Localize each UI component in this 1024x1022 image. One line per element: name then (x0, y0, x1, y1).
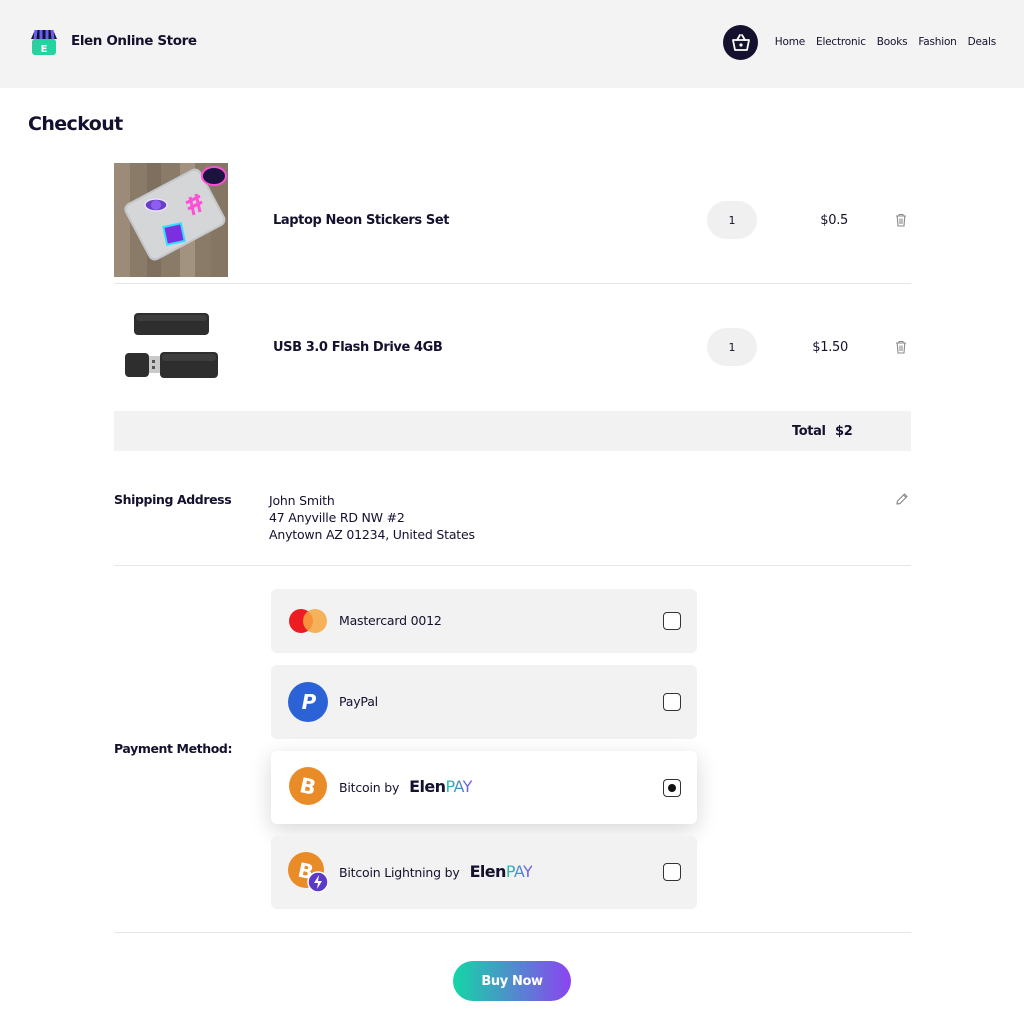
payment-checkbox[interactable] (663, 779, 681, 797)
payment-option-paypal[interactable]: P PayPal (271, 665, 697, 739)
basket-icon (731, 33, 750, 51)
checkbox-selected-dot (667, 783, 676, 792)
payment-checkbox[interactable] (663, 693, 681, 711)
total-bar: Total $2 (114, 411, 911, 451)
payment-checkbox[interactable] (663, 863, 681, 881)
nav-electronic[interactable]: Electronic (816, 36, 866, 48)
shipping-address-label: Shipping Address (114, 492, 232, 507)
store-logo-icon[interactable]: E (28, 28, 60, 56)
bitcoin-lightning-icon: B (288, 852, 328, 892)
trash-icon[interactable] (895, 340, 907, 354)
payment-label: Bitcoin by ElenPAY (339, 777, 472, 796)
main-nav: Home Electronic Books Fashion Deals (775, 36, 996, 48)
total-value: $2 (835, 424, 853, 439)
address-name: John Smith (269, 493, 335, 508)
payment-label-text: Bitcoin Lightning by (339, 865, 460, 880)
divider (114, 283, 911, 284)
header: E Elen Online Store Home Electronic Book… (0, 0, 1024, 88)
bitcoin-icon: B (289, 767, 327, 805)
item-price: $1.50 (812, 340, 848, 355)
payment-label: Mastercard 0012 (339, 613, 442, 628)
item-price: $0.5 (820, 213, 848, 228)
payment-option-mastercard[interactable]: Mastercard 0012 (271, 589, 697, 653)
nav-books[interactable]: Books (877, 36, 908, 48)
divider (114, 565, 911, 566)
mastercard-icon (289, 609, 327, 633)
laptop-stickers-image (114, 163, 228, 277)
divider (114, 932, 911, 933)
address-street: 47 Anyville RD NW #2 (269, 510, 405, 525)
nav-fashion[interactable]: Fashion (918, 36, 956, 48)
edit-pencil-icon[interactable] (895, 492, 909, 506)
elenpay-logo: ElenPAY (469, 862, 533, 881)
quantity-field[interactable]: 1 (707, 201, 757, 239)
usb-flash-drive-image (114, 290, 228, 404)
payment-label: PayPal (339, 694, 378, 709)
cart-item: Laptop Neon Stickers Set 1 $0.5 (114, 163, 911, 283)
payment-option-bitcoin[interactable]: B Bitcoin by ElenPAY (271, 751, 697, 824)
elenpay-logo: ElenPAY (409, 777, 472, 796)
store-name[interactable]: Elen Online Store (71, 33, 197, 49)
payment-option-bitcoin-lightning[interactable]: B Bitcoin Lightning by ElenPAY (271, 836, 697, 909)
cart-item: USB 3.0 Flash Drive 4GB 1 $1.50 (114, 290, 911, 410)
total-label: Total (792, 424, 826, 439)
cart-button[interactable] (723, 25, 758, 60)
nav-home[interactable]: Home (775, 36, 805, 48)
nav-deals[interactable]: Deals (968, 36, 997, 48)
logo-letter: E (41, 44, 48, 55)
buy-now-button[interactable]: Buy Now (453, 961, 571, 1001)
quantity-field[interactable]: 1 (707, 328, 757, 366)
payment-method-label: Payment Method: (114, 741, 233, 756)
paypal-icon: P (288, 682, 328, 722)
shipping-address: John Smith 47 Anyville RD NW #2 Anytown … (269, 492, 475, 543)
address-city: Anytown AZ 01234, United States (269, 527, 475, 542)
item-name[interactable]: Laptop Neon Stickers Set (273, 213, 449, 228)
page-title: Checkout (28, 113, 123, 135)
svg-text:P: P (302, 690, 317, 714)
trash-icon[interactable] (895, 213, 907, 227)
payment-checkbox[interactable] (663, 612, 681, 630)
item-name[interactable]: USB 3.0 Flash Drive 4GB (273, 340, 443, 355)
payment-label-text: Bitcoin by (339, 780, 400, 795)
payment-label: Bitcoin Lightning by ElenPAY (339, 862, 533, 881)
